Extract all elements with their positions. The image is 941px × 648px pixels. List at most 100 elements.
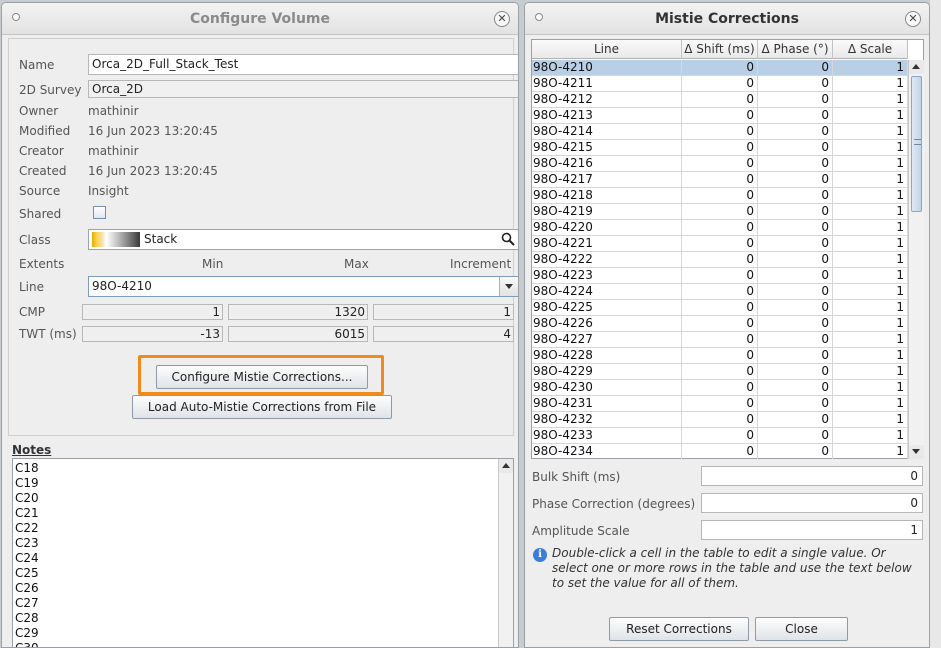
table-row[interactable]: 98O-4210 0 0 1 <box>532 60 908 76</box>
table-row[interactable]: 98O-4220 0 0 1 <box>532 220 908 236</box>
cell-shift[interactable]: 0 <box>682 364 758 380</box>
table-row[interactable]: 98O-4226 0 0 1 <box>532 316 908 332</box>
cell-shift[interactable]: 0 <box>682 60 758 76</box>
cell-phase[interactable]: 0 <box>758 444 833 459</box>
cell-phase[interactable]: 0 <box>758 316 833 332</box>
cell-shift[interactable]: 0 <box>682 188 758 204</box>
cell-scale[interactable]: 1 <box>833 220 908 236</box>
cell-scale[interactable]: 1 <box>833 396 908 412</box>
cell-scale[interactable]: 1 <box>833 236 908 252</box>
cell-scale[interactable]: 1 <box>833 284 908 300</box>
cell-line[interactable]: 98O-4210 <box>532 60 682 76</box>
cell-scale[interactable]: 1 <box>833 156 908 172</box>
cell-shift[interactable]: 0 <box>682 108 758 124</box>
cell-scale[interactable]: 1 <box>833 188 908 204</box>
table-row[interactable]: 98O-4230 0 0 1 <box>532 380 908 396</box>
table-row[interactable]: 98O-4223 0 0 1 <box>532 268 908 284</box>
search-icon[interactable] <box>501 232 515 246</box>
cell-scale[interactable]: 1 <box>833 380 908 396</box>
cell-phase[interactable]: 0 <box>758 364 833 380</box>
scroll-up-icon[interactable] <box>909 60 924 74</box>
cell-shift[interactable]: 0 <box>682 156 758 172</box>
cell-shift[interactable]: 0 <box>682 76 758 92</box>
class-selector[interactable]: Stack <box>88 229 518 250</box>
table-row[interactable]: 98O-4217 0 0 1 <box>532 172 908 188</box>
cell-phase[interactable]: 0 <box>758 236 833 252</box>
cell-shift[interactable]: 0 <box>682 220 758 236</box>
cell-shift[interactable]: 0 <box>682 380 758 396</box>
cell-shift[interactable]: 0 <box>682 172 758 188</box>
notes-scrollbar[interactable] <box>498 459 513 647</box>
cell-phase[interactable]: 0 <box>758 300 833 316</box>
cell-phase[interactable]: 0 <box>758 204 833 220</box>
mistie-corrections-titlebar[interactable]: Mistie Corrections ✕ <box>525 3 929 35</box>
bulk-shift-field[interactable]: 0 <box>701 466 923 486</box>
cell-shift[interactable]: 0 <box>682 92 758 108</box>
cell-phase[interactable]: 0 <box>758 428 833 444</box>
cell-phase[interactable]: 0 <box>758 332 833 348</box>
table-row[interactable]: 98O-4228 0 0 1 <box>532 348 908 364</box>
configure-mistie-corrections-button[interactable]: Configure Mistie Corrections... <box>156 365 368 389</box>
cell-phase[interactable]: 0 <box>758 188 833 204</box>
cell-line[interactable]: 98O-4225 <box>532 300 682 316</box>
table-row[interactable]: 98O-4215 0 0 1 <box>532 140 908 156</box>
table-row[interactable]: 98O-4227 0 0 1 <box>532 332 908 348</box>
cell-line[interactable]: 98O-4232 <box>532 412 682 428</box>
table-row[interactable]: 98O-4232 0 0 1 <box>532 412 908 428</box>
table-row[interactable]: 98O-4212 0 0 1 <box>532 92 908 108</box>
cell-scale[interactable]: 1 <box>833 316 908 332</box>
cell-phase[interactable]: 0 <box>758 268 833 284</box>
close-button[interactable]: Close <box>755 617 848 641</box>
table-row[interactable]: 98O-4231 0 0 1 <box>532 396 908 412</box>
cell-scale[interactable]: 1 <box>833 252 908 268</box>
table-row[interactable]: 98O-4234 0 0 1 <box>532 444 908 459</box>
cell-line[interactable]: 98O-4221 <box>532 236 682 252</box>
cell-line[interactable]: 98O-4226 <box>532 316 682 332</box>
cell-scale[interactable]: 1 <box>833 76 908 92</box>
table-row[interactable]: 98O-4233 0 0 1 <box>532 428 908 444</box>
cell-phase[interactable]: 0 <box>758 140 833 156</box>
cell-scale[interactable]: 1 <box>833 412 908 428</box>
cell-scale[interactable]: 1 <box>833 140 908 156</box>
cell-phase[interactable]: 0 <box>758 348 833 364</box>
cell-line[interactable]: 98O-4213 <box>532 108 682 124</box>
cell-shift[interactable]: 0 <box>682 300 758 316</box>
notes-textarea[interactable]: C18 C19 C20 C21 C22 C23 C24 C25 C26 C27 C28 C29 C30 <box>12 458 514 647</box>
cell-line[interactable]: 98O-4216 <box>532 156 682 172</box>
cell-shift[interactable]: 0 <box>682 332 758 348</box>
cell-line[interactable]: 98O-4228 <box>532 348 682 364</box>
cell-line[interactable]: 98O-4219 <box>532 204 682 220</box>
cell-line[interactable]: 98O-4222 <box>532 252 682 268</box>
table-row[interactable]: 98O-4224 0 0 1 <box>532 284 908 300</box>
table-row[interactable]: 98O-4219 0 0 1 <box>532 204 908 220</box>
cell-scale[interactable]: 1 <box>833 364 908 380</box>
table-row[interactable]: 98O-4225 0 0 1 <box>532 300 908 316</box>
cell-line[interactable]: 98O-4230 <box>532 380 682 396</box>
table-row[interactable]: 98O-4229 0 0 1 <box>532 364 908 380</box>
amplitude-scale-field[interactable]: 1 <box>701 520 923 540</box>
cell-phase[interactable]: 0 <box>758 284 833 300</box>
line-dropdown[interactable]: 98O-4210 <box>88 276 518 297</box>
cell-phase[interactable]: 0 <box>758 76 833 92</box>
phase-correction-field[interactable]: 0 <box>701 493 923 513</box>
close-icon[interactable]: ✕ <box>905 11 921 27</box>
scroll-up-icon[interactable] <box>499 459 513 473</box>
cell-phase[interactable]: 0 <box>758 108 833 124</box>
cell-scale[interactable]: 1 <box>833 92 908 108</box>
table-row[interactable]: 98O-4211 0 0 1 <box>532 76 908 92</box>
cell-shift[interactable]: 0 <box>682 204 758 220</box>
cell-shift[interactable]: 0 <box>682 284 758 300</box>
cell-shift[interactable]: 0 <box>682 252 758 268</box>
chevron-down-icon[interactable] <box>499 277 518 296</box>
name-field[interactable]: Orca_2D_Full_Stack_Test <box>88 54 518 75</box>
cell-line[interactable]: 98O-4233 <box>532 428 682 444</box>
scroll-thumb[interactable] <box>911 76 922 212</box>
cell-shift[interactable]: 0 <box>682 348 758 364</box>
reset-corrections-button[interactable]: Reset Corrections <box>609 617 749 641</box>
cell-scale[interactable]: 1 <box>833 268 908 284</box>
cell-line[interactable]: 98O-4223 <box>532 268 682 284</box>
cell-shift[interactable]: 0 <box>682 444 758 459</box>
cell-shift[interactable]: 0 <box>682 236 758 252</box>
cell-line[interactable]: 98O-4217 <box>532 172 682 188</box>
cell-scale[interactable]: 1 <box>833 332 908 348</box>
